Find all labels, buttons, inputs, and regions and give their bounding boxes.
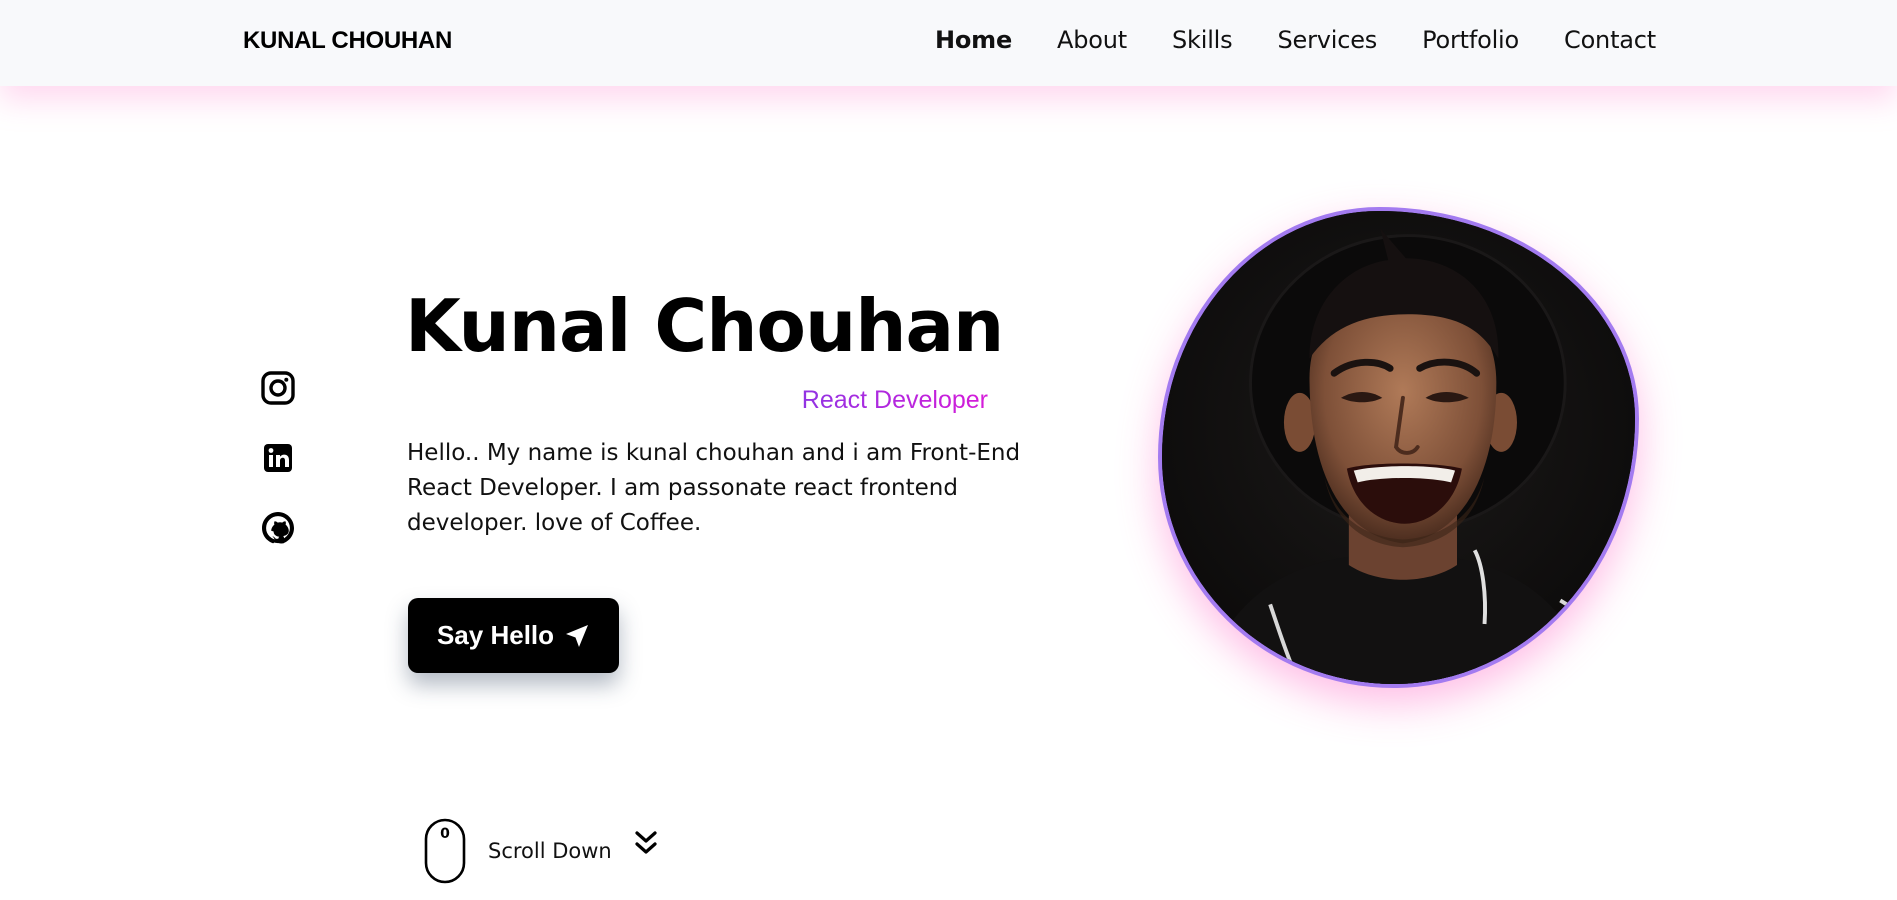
say-hello-label: Say Hello (436, 620, 555, 650)
mouse-icon: 0 (424, 818, 466, 884)
scroll-down-label: Scroll Down (488, 839, 612, 863)
instagram-icon (261, 371, 295, 405)
profile-photo (1162, 211, 1635, 684)
double-chevron-down-icon (635, 831, 657, 854)
hero-description: Hello.. My name is kunal chouhan and i a… (407, 440, 1021, 536)
linkedin-icon (264, 444, 292, 472)
nav-link-portfolio[interactable]: Portfolio (1422, 26, 1519, 54)
site-header: KUNAL CHOUHAN Home About Skills Services… (0, 0, 1897, 86)
instagram-link[interactable] (258, 368, 298, 408)
scroll-down-link[interactable]: 0 Scroll Down (424, 818, 658, 884)
nav-link-home[interactable]: Home (935, 26, 1012, 54)
profile-avatar (1158, 207, 1639, 688)
github-icon (262, 512, 294, 544)
github-link[interactable] (258, 508, 298, 548)
hero-subtitle: React Developer (740, 386, 988, 415)
nav-link-about[interactable]: About (1057, 26, 1127, 54)
mouse-wheel-label: 0 (440, 826, 450, 842)
nav-link-skills[interactable]: Skills (1172, 26, 1233, 54)
hero-name: Kunal Chouhan (405, 284, 1004, 368)
main-nav: Home About Skills Services Portfolio Con… (935, 26, 1656, 54)
nav-link-services[interactable]: Services (1277, 26, 1377, 54)
site-logo[interactable]: KUNAL CHOUHAN (243, 27, 452, 55)
say-hello-button[interactable]: Say Hello (408, 598, 619, 673)
nav-link-contact[interactable]: Contact (1564, 26, 1656, 54)
linkedin-link[interactable] (258, 438, 298, 478)
social-links (258, 368, 298, 578)
send-icon (566, 624, 589, 647)
